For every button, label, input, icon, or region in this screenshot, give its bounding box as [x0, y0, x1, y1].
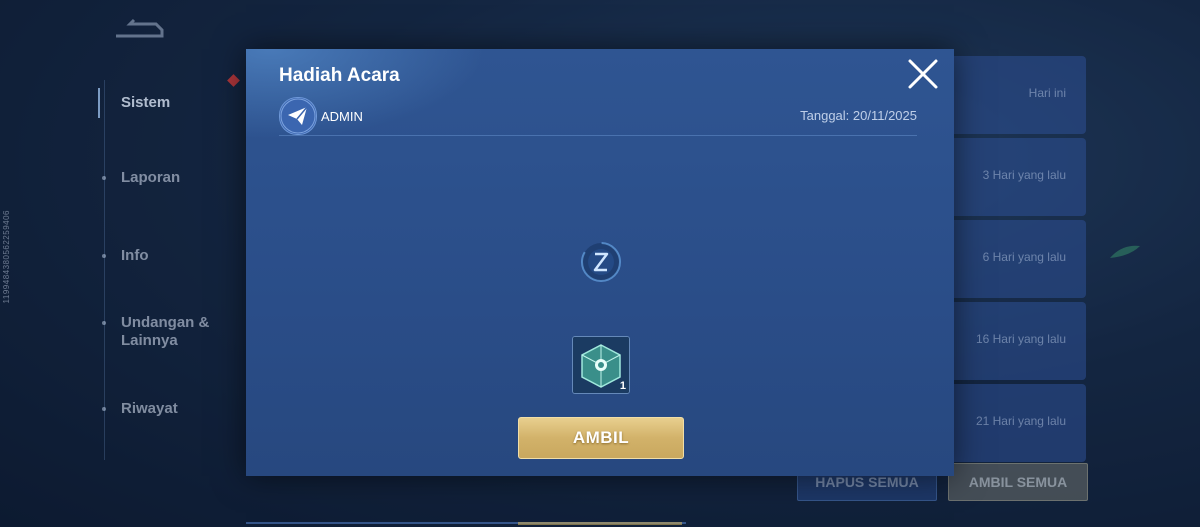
player-id-text: 1199484380562259406 [2, 210, 11, 304]
mail-time: 6 Hari yang lalu [982, 250, 1066, 264]
reward-item-slot[interactable]: 1 [572, 336, 630, 394]
mail-time: 16 Hari yang lalu [975, 332, 1066, 346]
sidebar-item-laporan[interactable]: Laporan [100, 169, 180, 187]
loading-spinner-icon [581, 242, 621, 282]
sidebar-item-label: Riwayat [121, 400, 178, 417]
back-arrow-icon[interactable] [112, 16, 166, 40]
sidebar-item-info[interactable]: Info [100, 247, 149, 265]
sidebar-item-label: Laporan [121, 169, 181, 186]
bullet-dot [102, 321, 106, 325]
active-indicator [98, 88, 110, 118]
mail-time: 21 Hari yang lalu [975, 414, 1066, 428]
reward-count: 1 [619, 380, 626, 392]
sender-name: ADMIN [321, 109, 363, 124]
mail-list-item[interactable]: 21 Hari yang lalu [946, 384, 1086, 462]
sidebar-item-label: Sistem [121, 94, 171, 111]
bottom-gold-edge [518, 522, 682, 525]
bullet-dot [102, 176, 106, 180]
paper-plane-icon [279, 97, 317, 135]
mail-time: 3 Hari yang lalu [982, 168, 1066, 182]
leaf-icon [1110, 245, 1140, 258]
mail-list-item[interactable]: 3 Hari yang lalu [946, 138, 1086, 216]
sidebar-item-sistem[interactable]: Sistem [98, 88, 171, 118]
bullet-dot [102, 407, 106, 411]
category-sidebar: Sistem Laporan Info Undangan & Lainnya R… [98, 60, 240, 480]
mail-list-item[interactable]: Hari ini [946, 56, 1086, 134]
bullet-dot [102, 254, 106, 258]
close-icon[interactable] [906, 57, 940, 91]
sidebar-item-label: Undangan & Lainnya [121, 314, 210, 349]
claim-button-label: AMBIL [572, 428, 630, 447]
reward-dialog: Hadiah Acara ADMIN Tanggal: 20/11/2025 1… [246, 49, 954, 476]
mail-list-item[interactable]: 16 Hari yang lalu [946, 302, 1086, 380]
sidebar-item-label: Info [121, 247, 149, 264]
claim-button[interactable]: AMBIL [518, 417, 684, 459]
dialog-title: Hadiah Acara [279, 65, 400, 86]
mail-date: Tanggal: 20/11/2025 [800, 108, 917, 123]
sender-row: ADMIN Tanggal: 20/11/2025 [279, 97, 917, 136]
claim-all-button[interactable]: AMBIL SEMUA [948, 463, 1088, 501]
sidebar-item-riwayat[interactable]: Riwayat [100, 400, 178, 418]
mail-time: Hari ini [1028, 86, 1066, 100]
sidebar-item-undangan[interactable]: Undangan & Lainnya [100, 314, 210, 350]
mail-list-item[interactable]: 6 Hari yang lalu [946, 220, 1086, 298]
